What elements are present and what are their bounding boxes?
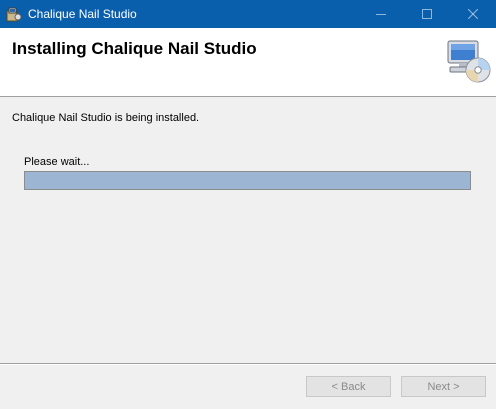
minimize-button[interactable] — [358, 0, 404, 28]
installer-header: Installing Chalique Nail Studio — [0, 28, 496, 97]
computer-cd-icon — [444, 38, 492, 86]
close-icon — [468, 9, 478, 19]
status-text: Chalique Nail Studio is being installed. — [12, 112, 200, 124]
minimize-icon — [376, 14, 386, 15]
progress-bar-fill — [25, 172, 470, 189]
maximize-icon — [422, 9, 432, 19]
installer-icon — [6, 6, 22, 22]
back-button[interactable]: < Back — [306, 376, 391, 397]
close-button[interactable] — [450, 0, 496, 28]
title-bar[interactable]: Chalique Nail Studio — [0, 0, 496, 28]
next-button[interactable]: Next > — [401, 376, 486, 397]
window-title: Chalique Nail Studio — [28, 7, 137, 21]
please-wait-label: Please wait... — [24, 156, 90, 168]
install-progress-bar — [24, 171, 471, 190]
page-title: Installing Chalique Nail Studio — [12, 39, 257, 58]
maximize-button[interactable] — [404, 0, 450, 28]
footer-divider — [0, 363, 496, 365]
